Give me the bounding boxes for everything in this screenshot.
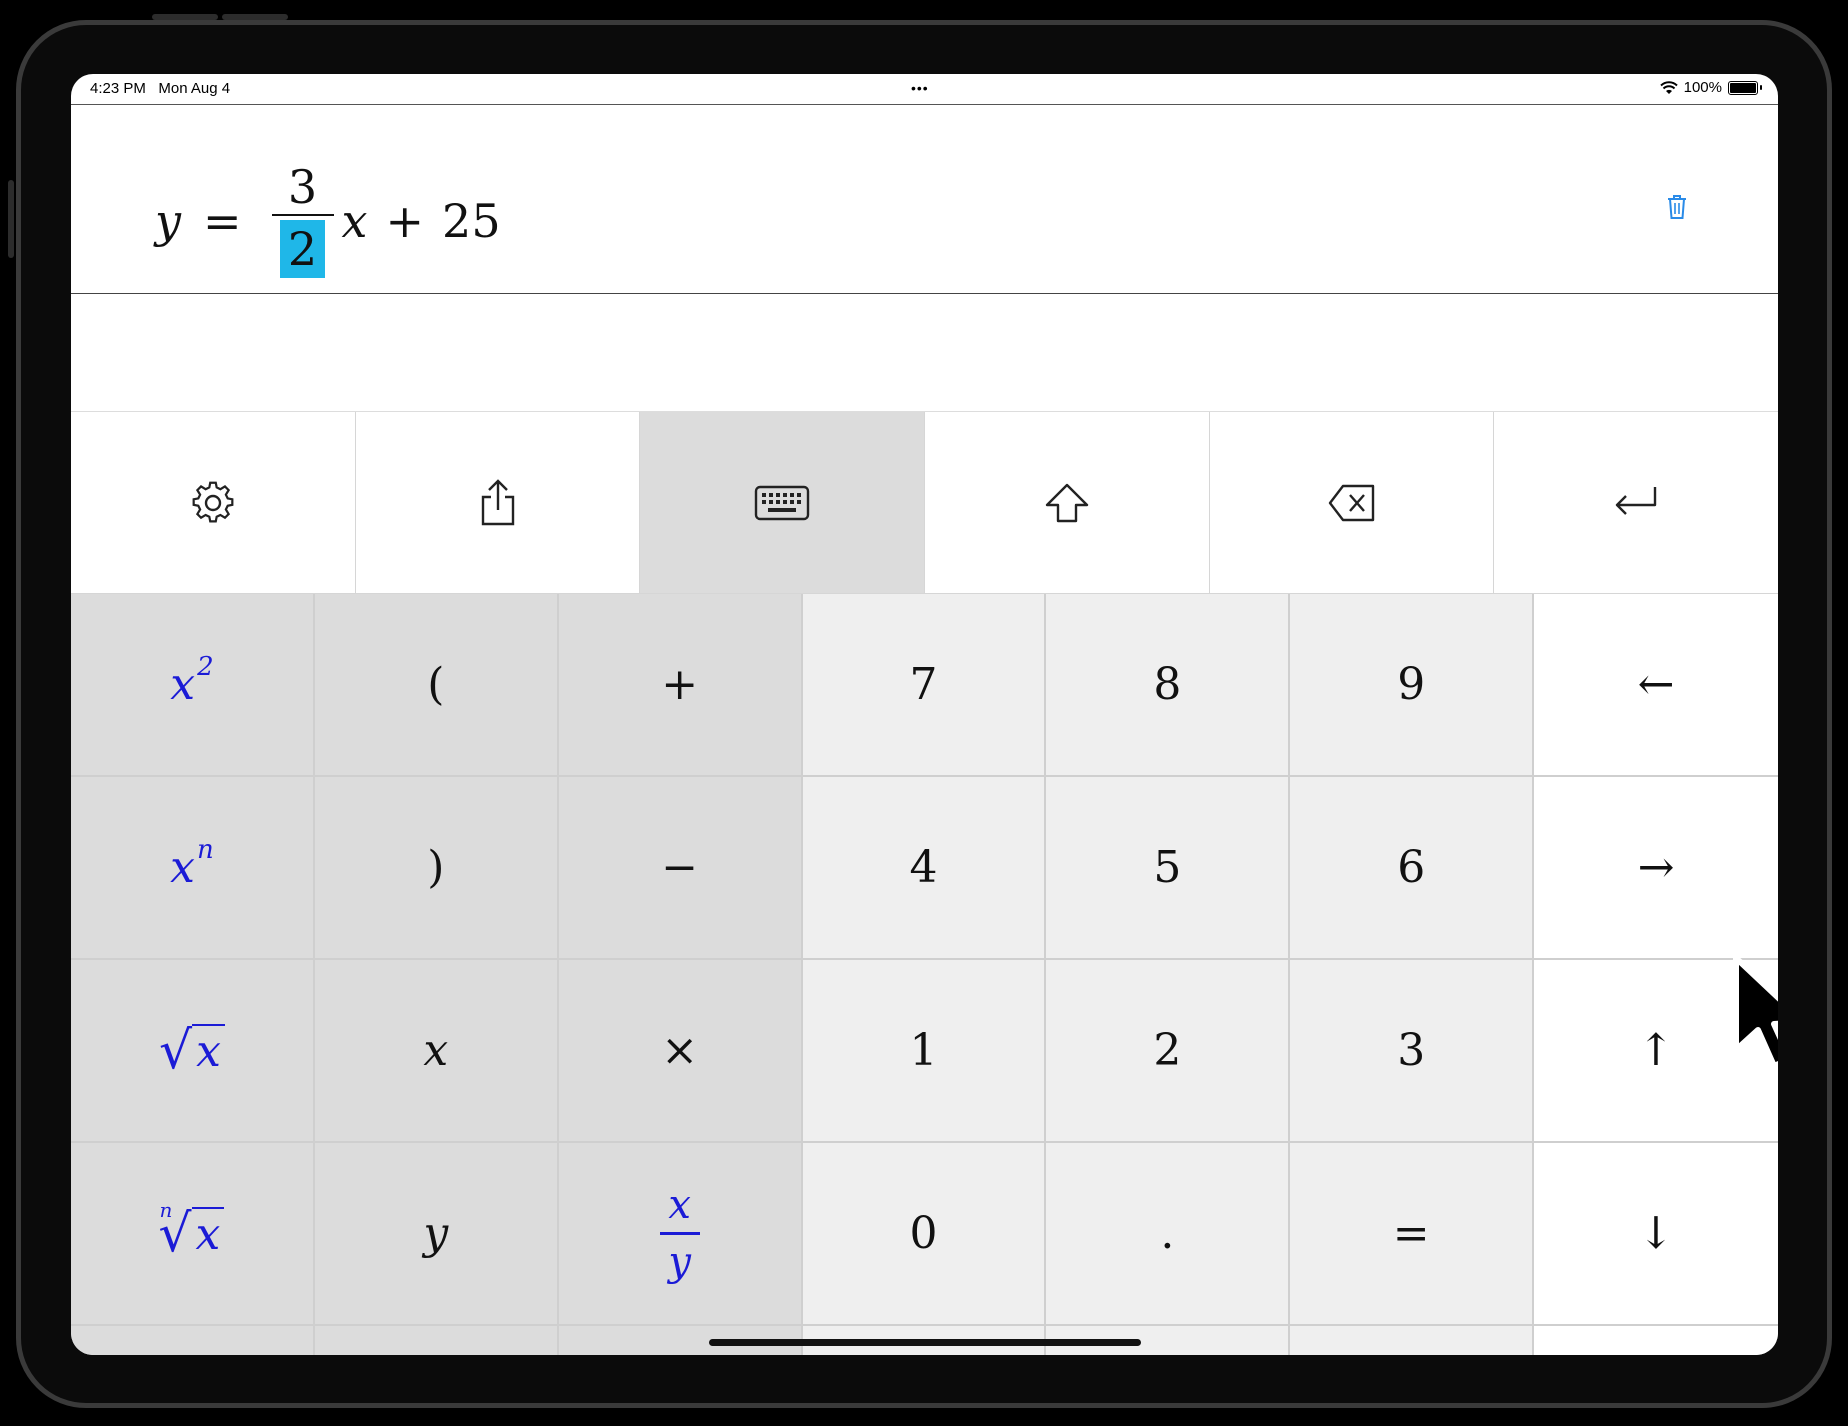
backspace-icon xyxy=(1328,484,1374,521)
equals-key[interactable]: = xyxy=(1290,1143,1535,1326)
fraction-bar xyxy=(271,214,334,216)
arrow-right-key[interactable]: → xyxy=(1534,777,1778,960)
plus-key[interactable]: + xyxy=(558,594,803,777)
share-button[interactable] xyxy=(355,412,641,594)
x-power-n-key[interactable]: xn xyxy=(71,777,315,960)
keyboard-toolbar xyxy=(71,411,1778,594)
formula-x: x xyxy=(341,194,368,248)
digit-7-key[interactable]: 7 xyxy=(802,594,1047,777)
formula-equals: = xyxy=(203,194,242,248)
wifi-icon xyxy=(1659,80,1678,94)
nth-root-key[interactable]: n √ x xyxy=(71,1143,315,1326)
digit-3-key[interactable]: 3 xyxy=(1290,960,1535,1143)
return-icon xyxy=(1615,486,1657,515)
formula-fraction: 3 2 xyxy=(271,160,334,278)
square-root-key[interactable]: √ x xyxy=(71,960,315,1143)
fraction-key[interactable]: xy xyxy=(558,1143,803,1326)
arrow-down-key[interactable]: ↓ xyxy=(1534,1143,1778,1326)
return-button[interactable] xyxy=(1494,412,1778,594)
formula-editor[interactable]: y = 3 2 x + 25 xyxy=(71,105,1778,293)
math-keypad: x2 ( + 7 8 9 ← xn ) − 4 5 6 → √ x x × 1 2… xyxy=(71,594,1778,1355)
formula-constant: 25 xyxy=(442,194,501,248)
decimal-point-key[interactable]: . xyxy=(1046,1143,1291,1326)
variable-y-key[interactable]: y xyxy=(314,1143,559,1326)
formula-divider xyxy=(71,293,1778,294)
x-squared-key[interactable]: x2 xyxy=(71,594,315,777)
trash-icon[interactable] xyxy=(1664,192,1690,222)
battery-percent: 100% xyxy=(1683,79,1722,96)
math-formula[interactable]: y = 3 2 x + 25 xyxy=(155,160,501,280)
backspace-button[interactable] xyxy=(1209,412,1495,594)
digit-9-key[interactable]: 9 xyxy=(1290,594,1535,777)
digit-2-key[interactable]: 2 xyxy=(1046,960,1291,1143)
digit-5-key[interactable]: 5 xyxy=(1046,777,1291,960)
variable-x-key[interactable]: x xyxy=(314,960,559,1143)
keypad-filler xyxy=(71,1326,315,1355)
keyboard-toggle-button[interactable] xyxy=(640,412,926,594)
shift-button[interactable] xyxy=(925,412,1210,594)
side-button xyxy=(8,180,14,258)
times-key[interactable]: × xyxy=(558,960,803,1143)
keypad-filler xyxy=(314,1326,559,1355)
digit-8-key[interactable]: 8 xyxy=(1046,594,1291,777)
keyboard-icon xyxy=(754,485,810,520)
digit-1-key[interactable]: 1 xyxy=(802,960,1047,1143)
mouse-cursor-icon xyxy=(1733,955,1778,1069)
battery-full-icon xyxy=(1728,80,1762,95)
digit-6-key[interactable]: 6 xyxy=(1290,777,1535,960)
fraction-denominator-selected[interactable]: 2 xyxy=(279,220,326,278)
home-indicator[interactable] xyxy=(709,1339,1141,1346)
screen: 4:23 PM Mon Aug 4 ••• 100% y = 3 2 x + 2… xyxy=(71,74,1778,1355)
status-right: 100% xyxy=(1659,79,1762,96)
formula-plus: + xyxy=(385,194,425,248)
open-paren-key[interactable]: ( xyxy=(314,594,559,777)
status-time: 4:23 PM Mon Aug 4 xyxy=(90,80,231,97)
arrow-left-key[interactable]: ← xyxy=(1534,594,1778,777)
formula-y: y xyxy=(155,194,181,248)
shift-icon xyxy=(1045,483,1089,522)
fraction-numerator: 3 xyxy=(287,160,318,214)
settings-button[interactable] xyxy=(71,412,356,594)
keypad-filler xyxy=(1534,1326,1778,1355)
multitask-dots[interactable]: ••• xyxy=(911,80,929,96)
digit-0-key[interactable]: 0 xyxy=(802,1143,1047,1326)
minus-key[interactable]: − xyxy=(558,777,803,960)
digit-4-key[interactable]: 4 xyxy=(802,777,1047,960)
close-paren-key[interactable]: ) xyxy=(314,777,559,960)
keypad-filler xyxy=(1290,1326,1535,1355)
share-icon xyxy=(481,478,514,525)
gear-icon xyxy=(192,481,234,523)
status-bar: 4:23 PM Mon Aug 4 ••• 100% xyxy=(71,74,1778,104)
